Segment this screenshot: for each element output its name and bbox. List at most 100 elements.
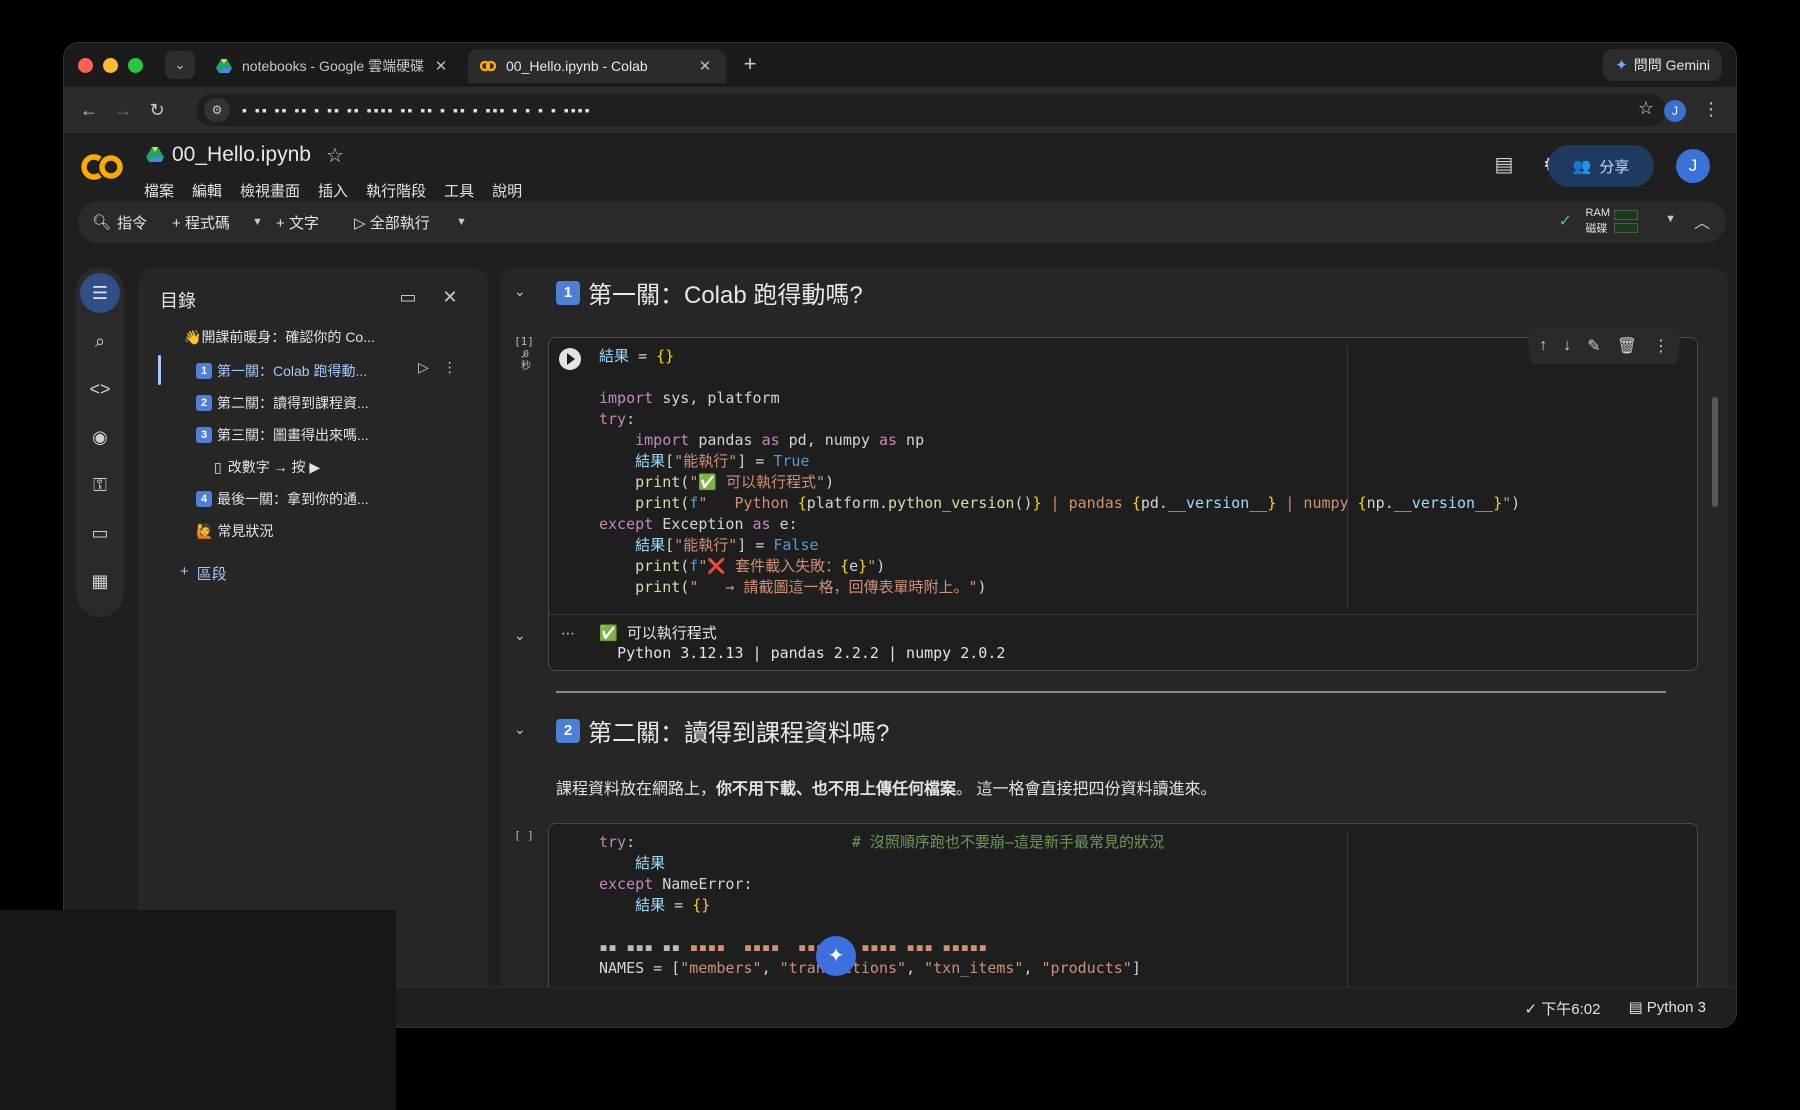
people-icon: 👥 <box>1572 158 1592 175</box>
more-options-icon[interactable]: ⋮ <box>443 359 457 376</box>
data-table-icon[interactable]: ▦ <box>80 561 120 601</box>
comments-icon[interactable]: ▤ <box>1490 151 1518 179</box>
menu-view[interactable]: 檢視畫面 <box>240 180 300 201</box>
number-badge: 1 <box>196 363 212 379</box>
toc-item-actions: ▷ ⋮ <box>418 359 457 376</box>
toc-item-level4[interactable]: 4 最後一關：拿到你的通... <box>196 485 456 513</box>
run-section-icon[interactable]: ▷ <box>418 359 429 376</box>
move-down-icon[interactable]: ↓ <box>1563 337 1571 355</box>
gemini-fab-button[interactable]: ✦ <box>816 936 856 976</box>
run-cell-button[interactable] <box>559 348 581 370</box>
notebook-title[interactable]: 00_Hello.ipynb <box>172 143 311 167</box>
collapse-header-icon[interactable]: ︿ <box>1694 209 1710 233</box>
cell-toolbar: ↑ ↓ ✎ 🗑︎ ⋮ <box>1529 328 1679 364</box>
colab-header: 00_Hello.ipynb ☆ 檔案 編輯 檢視畫面 插入 執行階段 工具 說… <box>64 133 1736 251</box>
add-section-button[interactable]: + 區段 <box>180 563 227 584</box>
chevron-down-icon: ⌄ <box>174 57 186 72</box>
table-of-contents-panel: 目錄 ▭ ✕ 👋 開課前暖身：確認你的 Co... 1 第一關：Colab 跑得… <box>138 267 488 1017</box>
star-notebook-icon[interactable]: ☆ <box>326 143 344 168</box>
add-text-button[interactable]: + 文字 <box>276 201 319 243</box>
exec-count: [ ] <box>514 829 534 842</box>
resource-labels[interactable]: RAM 磁碟 <box>1586 205 1610 237</box>
find-replace-icon[interactable]: ⌕ <box>80 321 120 361</box>
command-palette-button[interactable]: 🔍︎ 指令 <box>92 201 147 243</box>
minimize-window-button[interactable] <box>103 58 118 73</box>
plus-icon: + <box>180 563 189 580</box>
new-tab-button[interactable]: + <box>736 51 764 79</box>
edit-pencil-icon[interactable]: ✎ <box>1587 336 1600 356</box>
reload-icon[interactable]: ↻ <box>144 97 170 123</box>
close-window-button[interactable] <box>78 58 93 73</box>
output-line-2: Python 3.12.13 | pandas 2.2.2 | numpy 2.… <box>617 644 1006 662</box>
add-code-button[interactable]: + 程式碼 <box>172 201 230 243</box>
url-text[interactable]: ▪ ▪▪ ▪▪ ▪▪ ▪ ▪▪ ▪▪ ▪▪▪▪ ▪▪ ▪▪ ▪ ▪▪ ▪ ▪▪▪… <box>242 102 592 118</box>
check-emoji-icon: ✅ <box>599 624 627 642</box>
add-code-dropdown[interactable]: ▼ <box>252 201 263 243</box>
number-badge: 1 <box>556 280 580 305</box>
toc-item-level3[interactable]: 3 第三關：圖畫得出來嗎... <box>196 421 456 449</box>
toc-item-level2[interactable]: 2 第二關：讀得到課程資... <box>196 389 456 417</box>
menu-runtime[interactable]: 執行階段 <box>366 180 426 201</box>
code-editor[interactable]: 結果 = {} import sys, platform try: import… <box>599 346 1520 598</box>
tab-google-drive[interactable]: notebooks - Google 雲端硬碟 ✕ <box>204 49 462 83</box>
run-all-button[interactable]: ▷ 全部執行 <box>354 201 430 243</box>
close-tab-icon[interactable]: ✕ <box>432 57 450 75</box>
files-folder-icon[interactable]: ▭ <box>80 513 120 553</box>
caret-down-icon: ▼ <box>456 216 467 228</box>
back-arrow-icon[interactable]: ← <box>76 97 102 123</box>
share-label: 分享 <box>1599 158 1630 176</box>
more-options-icon[interactable]: ⋮ <box>1653 336 1669 356</box>
share-button[interactable]: 👥 分享 <box>1548 145 1654 187</box>
tab-search-button[interactable]: ⌄ <box>165 51 195 79</box>
ask-gemini-button[interactable]: ✦ 問問 Gemini <box>1603 49 1722 81</box>
menu-file[interactable]: 檔案 <box>144 180 174 201</box>
tab-colab[interactable]: 00_Hello.ipynb - Colab ✕ <box>468 49 726 83</box>
site-settings-icon[interactable]: ⚙ <box>204 98 230 122</box>
para-bold: 你不用下載、也不用上傳任何檔案 <box>716 781 957 798</box>
variables-inspector-icon[interactable]: ◉ <box>80 417 120 457</box>
menu-tools[interactable]: 工具 <box>444 180 474 201</box>
bookmark-star-icon[interactable]: ☆ <box>1638 98 1654 119</box>
runtime-status[interactable]: ▤ Python 3 <box>1628 998 1706 1019</box>
colab-logo-icon[interactable] <box>80 151 126 183</box>
drive-icon[interactable] <box>146 147 164 163</box>
run-all-dropdown[interactable]: ▼ <box>456 201 467 243</box>
runtime-dropdown-icon[interactable]: ▼ <box>1665 213 1676 225</box>
move-up-icon[interactable]: ↑ <box>1539 337 1547 355</box>
output-menu-icon[interactable]: ⋯ <box>561 625 575 642</box>
delete-trash-icon[interactable]: 🗑︎ <box>1617 336 1637 356</box>
menu-help[interactable]: 說明 <box>492 180 522 201</box>
menu-insert[interactable]: 插入 <box>318 180 348 201</box>
toc-item-change-number[interactable]: ▯ 改數字 → 按 ▶ <box>214 453 454 481</box>
toc-item-warmup[interactable]: 👋 開課前暖身：確認你的 Co... <box>184 323 464 351</box>
cell-output: ⋯ ✅ 可以執行程式 Python 3.12.13 | pandas 2.2.2… <box>549 614 1697 670</box>
resource-meter[interactable] <box>1614 210 1638 236</box>
close-tab-icon[interactable]: ✕ <box>696 57 714 75</box>
toc-item-faq[interactable]: 🙋 常見狀況 <box>196 517 456 545</box>
save-status[interactable]: ✓ 下午6:02 <box>1524 998 1600 1019</box>
browser-profile-avatar[interactable]: J <box>1664 100 1686 122</box>
code-editor[interactable]: try: # 沒照順序跑也不要崩—這是新手最常見的狀況 結果 except Na… <box>599 832 1164 979</box>
code-cell-1[interactable]: 結果 = {} import sys, platform try: import… <box>548 328 1698 671</box>
forward-arrow-icon[interactable]: → <box>110 97 136 123</box>
browser-menu-icon[interactable]: ⋮ <box>1702 99 1720 120</box>
open-in-tab-icon[interactable]: ▭ <box>394 283 422 311</box>
omnibox[interactable]: ⚙ ▪ ▪▪ ▪▪ ▪▪ ▪ ▪▪ ▪▪ ▪▪▪▪ ▪▪ ▪▪ ▪ ▪▪ ▪ ▪… <box>196 94 1666 126</box>
close-panel-icon[interactable]: ✕ <box>436 283 464 311</box>
secrets-key-icon[interactable]: ⚿ <box>80 465 120 505</box>
account-avatar[interactable]: J <box>1676 149 1710 183</box>
notebook-area: ⌄ 1 第一關：Colab 跑得動嗎? [1] ✓ 0 秒 結果 = {} im… <box>500 267 1728 1017</box>
collapse-output-icon[interactable]: ⌄ <box>514 627 526 644</box>
maximize-window-button[interactable] <box>128 58 143 73</box>
check-icon: ✓ <box>1524 1001 1542 1018</box>
output-line-1: 可以執行程式 <box>626 624 717 642</box>
table-of-contents-icon[interactable]: ☰ <box>80 273 120 313</box>
colab-icon <box>480 60 496 72</box>
occluding-overlay <box>0 910 396 1110</box>
chevron-down-icon[interactable]: ⌄ <box>514 721 526 738</box>
menu-edit[interactable]: 編輯 <box>192 180 222 201</box>
code-snippets-icon[interactable]: <> <box>80 369 120 409</box>
toc-item-level1[interactable]: 1 第一關：Colab 跑得動... <box>196 357 416 385</box>
notebook-scrollbar[interactable] <box>1712 397 1718 507</box>
chevron-down-icon[interactable]: ⌄ <box>514 283 526 300</box>
